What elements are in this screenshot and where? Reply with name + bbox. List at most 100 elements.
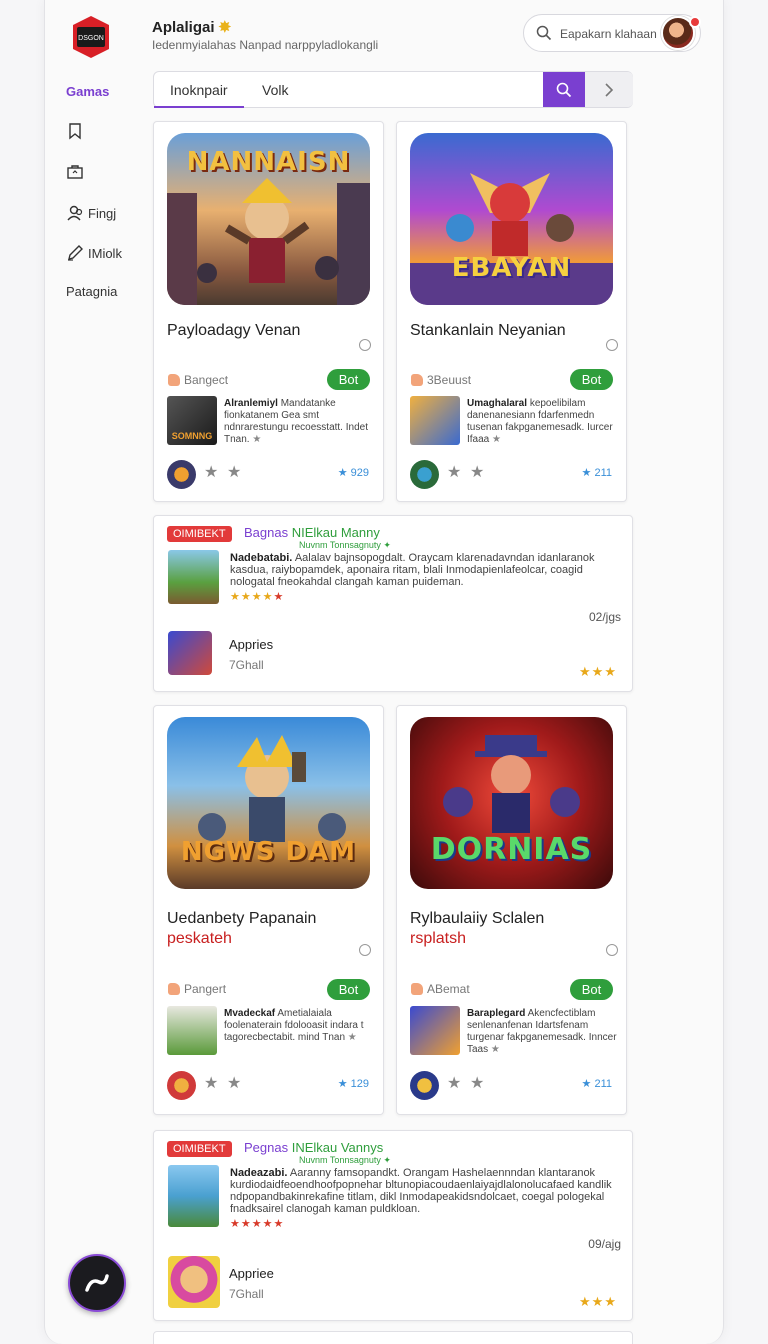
rating-value: 211 [594,1078,612,1090]
sidebar-item-briefcase[interactable] [66,163,88,181]
game-description: Umaghalaral kepoelibilam danenanesiann f… [467,398,617,446]
app-title: Aplaligai ✸ [152,18,231,36]
star-icon[interactable]: ★ [447,1073,461,1093]
star-icon[interactable]: ★ [227,1073,241,1093]
select-radio[interactable] [359,944,371,956]
select-radio[interactable] [606,339,618,351]
app-window: DSGON Aplaligai ✸ Iedenmyialahas Nanpad n… [44,0,724,1344]
creator-avatar[interactable] [167,1071,196,1100]
game-title: Rylbaulaiiy Sclalen rsplatsh [410,909,544,949]
star-icon[interactable]: ★ [204,1073,218,1093]
game-art-title: NGWS DAM [180,837,357,867]
sidebar-item-friends[interactable]: Fingj [66,204,116,222]
creator-avatar[interactable] [410,460,439,489]
game-title: Payloadagy Venan [167,322,301,339]
get-button[interactable]: Bot [327,979,370,1000]
hand-icon [411,374,423,386]
tag-label: Pangert [184,982,227,996]
title-part: Pegnas [244,1140,289,1155]
star-icon[interactable]: ★ [447,462,461,482]
tab-volk[interactable]: Volk [262,82,288,98]
next-button[interactable] [585,72,633,107]
next-card-peek [153,1331,633,1344]
star-icon[interactable]: ★ [470,1073,484,1093]
chevron-right-icon [605,82,614,97]
desc-bold: Baraplegard [467,1008,526,1019]
sidebar-item-bookmark[interactable] [66,122,88,140]
game-tag: Bangect [168,373,228,387]
featured-title: Bagnas NIElkau Manny [244,525,380,540]
hand-icon [411,983,423,995]
get-button[interactable]: Bot [570,979,613,1000]
rating: ★ 211 [581,1078,612,1090]
game-card[interactable]: NGWS DAM Uedanbety Papanain peskateh Pang… [153,705,384,1115]
featured-subtitle: Nuvnm Tonnsagnuty ✦ [299,1155,391,1166]
app-logo[interactable]: DSGON [69,14,113,60]
sidebar-item-label: Fingj [88,205,117,221]
game-card[interactable]: DORNIAS Rylbaulaiiy Sclalen rsplatsh ABem… [396,705,627,1115]
sparkle-icon: ✸ [218,19,232,36]
status-badge: OIMIBEKT [167,526,232,542]
title-line: peskateh [167,930,232,947]
tab-inoknpair[interactable]: Inoknpair [170,82,228,98]
star-icon[interactable]: ★ [227,462,241,482]
featured-thumbnail [168,1165,219,1227]
sparkle-icon: ✦ [383,1155,391,1165]
search-placeholder: Eapakarn klahaan [560,27,657,41]
game-card[interactable]: EBAYAN Stankanlain Neyanian 3Beuust Bot … [396,121,627,502]
title-part: Bagnas [244,525,289,540]
rating: ★ 129 [337,1078,369,1090]
sidebar-item-label: Patagnia [66,284,118,299]
logo-text: DSGON [78,35,104,42]
sidebar-item-games[interactable]: Gamas [66,84,109,99]
app-size: 7Ghall [229,1287,264,1301]
star-icon: ★ [252,434,262,445]
desc-bold: Nadeazabi. [230,1167,288,1179]
sparkle-icon: ✦ [383,540,391,550]
game-description: Alranlemiyl Mandatanke fionkatanem Gea s… [224,398,374,446]
page-count: 09/ajg [588,1237,621,1251]
users-icon [67,205,83,221]
search-icon [536,25,552,41]
swoosh-icon [85,1274,109,1292]
star-icon: ★ [490,1044,500,1055]
title-part: NIElkau Manny [291,525,380,540]
app-title-text: Aplaligai [152,19,215,36]
app-name: Appriee [229,1266,274,1281]
title-line: rsplatsh [410,930,467,947]
rating-value: 129 [350,1078,369,1090]
select-radio[interactable] [359,339,371,351]
game-description: Baraplegard Akencfectiblam senlenanfenan… [467,1008,617,1056]
thumb-text: SOMNNG [171,431,213,441]
get-button[interactable]: Bot [327,369,370,390]
featured-card[interactable]: OIMIBEKT Pegnas INElkau Vannys Nuvnm Ton… [153,1130,633,1321]
featured-title: Pegnas INElkau Vannys [244,1140,383,1155]
sidebar-item-mail[interactable]: IMiolk [66,244,122,262]
rating: ★ 211 [581,467,612,479]
sidebar-item-label: IMiolk [88,245,122,261]
game-art-title: NANNAISN [186,147,351,177]
star-icon[interactable]: ★ [204,462,218,482]
creator-avatar[interactable] [410,1071,439,1100]
star-icon[interactable]: ★ [470,462,484,482]
get-button[interactable]: Bot [570,369,613,390]
title-line: Uedanbety Papanain [167,910,317,927]
game-card[interactable]: NANNAISN Payloadagy Venan Bangect Bot SO… [153,121,384,502]
creator-avatar[interactable] [167,460,196,489]
tag-label: 3Beuust [427,373,472,387]
featured-card[interactable]: OIMIBEKT Bagnas NIElkau Manny Nuvnm Tonn… [153,515,633,692]
sidebar-item-patagnia[interactable]: Patagnia [66,284,117,299]
bookmark-icon [69,123,81,140]
search-button[interactable] [543,72,585,107]
game-title: Stankanlain Neyanian [410,322,566,339]
desc-bold: Nadebatabi. [230,552,293,564]
star-icon: ★ [492,434,501,445]
desc-bold: Umaghalaral [467,398,528,409]
floating-action-button[interactable] [68,1254,126,1312]
featured-description: Nadebatabi. Aalalav bajnsopogdalt. Orayc… [230,552,622,588]
pen-icon [68,245,83,261]
select-radio[interactable] [606,944,618,956]
game-cover-image: NGWS DAM [167,717,370,889]
app-subtitle: Iedenmyialahas Nanpad narppyladlokangli [152,38,379,52]
game-tag: 3Beuust [411,373,471,387]
